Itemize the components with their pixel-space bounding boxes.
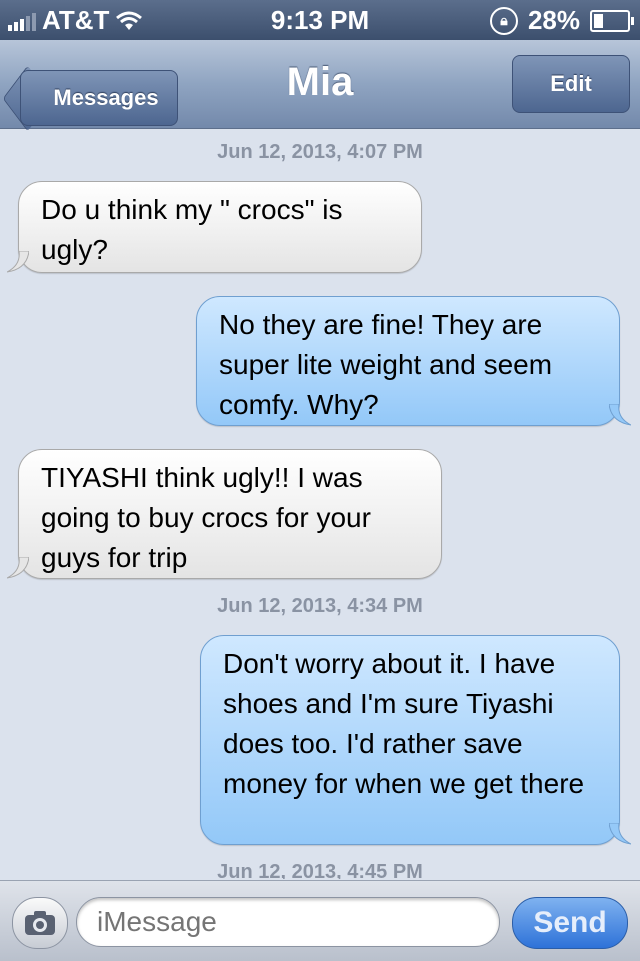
back-button-wrap[interactable]: Messages <box>10 55 178 126</box>
camera-button[interactable] <box>12 897 68 949</box>
message-bubble-sent[interactable]: No they are fine! They are super lite we… <box>196 296 631 426</box>
back-button[interactable]: Messages <box>20 70 178 126</box>
message-text: No they are fine! They are super lite we… <box>219 309 553 420</box>
message-text: TIYASHI think ugly!! I was going to buy … <box>41 462 371 573</box>
bubble-tail-icon <box>609 823 631 845</box>
bubble-tail-icon <box>7 251 29 273</box>
battery-percent: 28% <box>527 5 580 35</box>
bubble-tail-icon <box>609 404 631 426</box>
message-bubble-received[interactable]: Do u think my " crocs" is ugly? <box>7 181 422 273</box>
timestamp: Jun 12, 2013, 4:34 PM <box>217 595 423 617</box>
message-list[interactable]: Jun 12, 2013, 4:07 PM Do u think my " cr… <box>0 129 640 879</box>
rotation-lock-icon: 🔒︎ <box>489 6 518 35</box>
timestamp: Jun 12, 2013, 4:45 PM <box>217 861 423 879</box>
bubble-tail-icon <box>7 557 29 579</box>
message-text: Don't worry about it. I have shoes and I… <box>223 648 585 799</box>
timestamp: Jun 12, 2013, 4:07 PM <box>217 141 423 163</box>
send-button-label: Send <box>533 906 607 939</box>
compose-bar: Send <box>0 880 640 961</box>
message-bubble-sent[interactable]: Don't worry about it. I have shoes and I… <box>200 635 631 845</box>
back-button-label: Messages <box>53 85 159 110</box>
edit-button[interactable]: Edit <box>512 55 630 113</box>
navigation-bar: Messages Mia Edit <box>0 40 640 129</box>
edit-button-label: Edit <box>550 71 592 96</box>
send-button[interactable]: Send <box>512 897 628 949</box>
battery-icon <box>590 9 634 32</box>
status-bar: AT&T 9:13 PM 🔒︎ 28% <box>0 0 640 40</box>
battery-level <box>594 13 603 28</box>
message-input[interactable] <box>76 897 500 947</box>
message-bubble-received[interactable]: TIYASHI think ugly!! I was going to buy … <box>7 449 442 579</box>
status-right: 🔒︎ 28% <box>489 5 634 36</box>
message-text: Do u think my " crocs" is ugly? <box>41 194 343 265</box>
camera-icon <box>25 911 55 935</box>
